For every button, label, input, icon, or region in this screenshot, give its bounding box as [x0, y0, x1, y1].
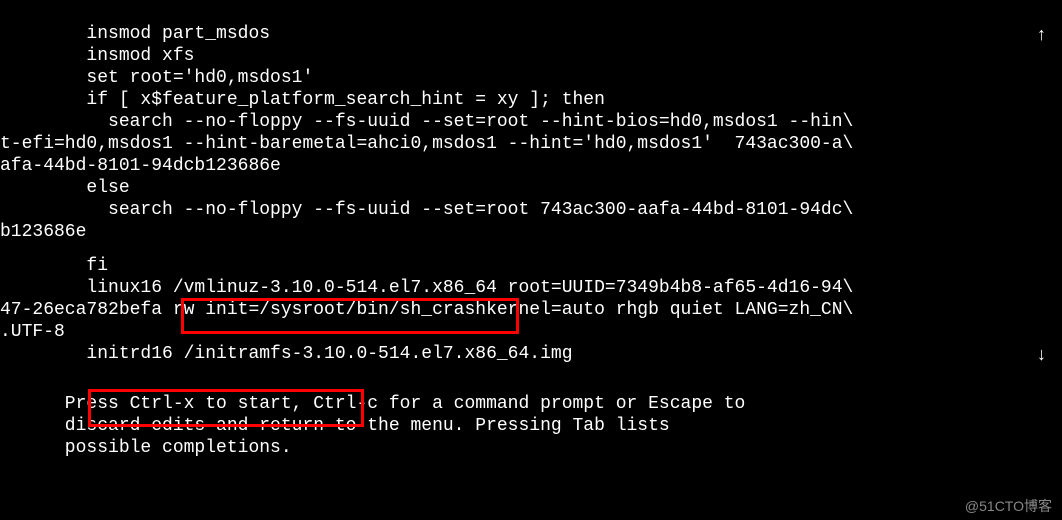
grub-line[interactable]: afa-44bd-8101-94dcb123686e: [0, 156, 1062, 176]
grub-line[interactable]: insmod xfs: [0, 46, 1062, 66]
grub-help-text: discard edits and return to the menu. Pr…: [0, 416, 1062, 436]
grub-line[interactable]: set root='hd0,msdos1': [0, 68, 1062, 88]
grub-line[interactable]: fi: [0, 256, 1062, 276]
grub-line[interactable]: else: [0, 178, 1062, 198]
watermark: @51CTO博客: [965, 496, 1052, 516]
grub-help-text: Press Ctrl-x to start, Ctrl-c for a comm…: [0, 394, 1062, 414]
grub-line[interactable]: initrd16 /initramfs-3.10.0-514.el7.x86_6…: [0, 344, 1062, 364]
scroll-down-arrow-icon: ↓: [1037, 344, 1046, 365]
grub-line[interactable]: t-efi=hd0,msdos1 --hint-baremetal=ahci0,…: [0, 134, 1062, 154]
grub-line[interactable]: .UTF-8: [0, 322, 1062, 342]
grub-line[interactable]: search --no-floppy --fs-uuid --set=root …: [0, 200, 1062, 220]
grub-line[interactable]: if [ x$feature_platform_search_hint = xy…: [0, 90, 1062, 110]
grub-help-text: possible completions.: [0, 438, 1062, 458]
grub-line[interactable]: linux16 /vmlinuz-3.10.0-514.el7.x86_64 r…: [0, 278, 1062, 298]
grub-line[interactable]: search --no-floppy --fs-uuid --set=root …: [0, 112, 1062, 132]
grub-edit-screen[interactable]: ↑ insmod part_msdos insmod xfs set root=…: [0, 0, 1062, 520]
grub-line[interactable]: insmod part_msdos: [0, 24, 1062, 44]
grub-line-kernel-args[interactable]: 47-26eca782befa rw init=/sysroot/bin/sh_…: [0, 300, 1062, 320]
grub-line[interactable]: b123686e: [0, 222, 1062, 242]
